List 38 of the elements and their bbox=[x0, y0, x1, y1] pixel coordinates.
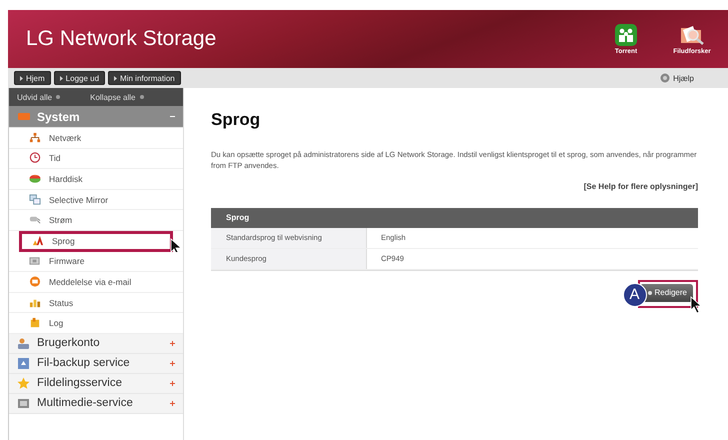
nav-button[interactable]: Hjem bbox=[14, 71, 51, 85]
disk-icon bbox=[29, 172, 41, 185]
app-title: LG Network Storage bbox=[26, 27, 218, 51]
plus-icon bbox=[170, 400, 175, 406]
chevron-icon bbox=[114, 76, 118, 80]
sidebar-section[interactable]: Fil-backup service bbox=[9, 354, 183, 374]
help-icon bbox=[660, 73, 670, 83]
windows-icon bbox=[29, 194, 41, 206]
network-icon bbox=[29, 132, 41, 144]
help-link[interactable]: Hjælp bbox=[673, 74, 694, 82]
star-icon bbox=[17, 376, 30, 390]
cursor-icon bbox=[690, 296, 702, 314]
help-link[interactable]: [Se Help for flere oplysninger] bbox=[584, 182, 698, 191]
chevron-icon bbox=[20, 76, 23, 80]
plus-icon bbox=[170, 340, 175, 346]
nav-button[interactable]: Logge ud bbox=[54, 71, 106, 85]
letters-icon bbox=[32, 235, 44, 248]
backup-icon bbox=[17, 356, 30, 370]
plug-icon bbox=[29, 214, 41, 226]
page-title: Sprog bbox=[211, 110, 262, 130]
plus-icon bbox=[170, 380, 175, 386]
sidebar-section[interactable]: Brugerkonto bbox=[9, 334, 183, 354]
sidebar-section[interactable]: Fildelingsservice bbox=[9, 374, 183, 394]
users-icon bbox=[17, 336, 30, 350]
sidebar-item[interactable]: Firmware bbox=[9, 252, 183, 272]
log-icon bbox=[29, 317, 41, 330]
callout-badge: A bbox=[622, 282, 647, 307]
chevron-icon bbox=[60, 76, 63, 80]
sidebar-section[interactable]: Multimedie-service bbox=[9, 394, 183, 414]
plus-icon bbox=[170, 360, 175, 366]
expand-control[interactable]: Kollapse alle bbox=[90, 92, 144, 102]
folder-search-icon bbox=[679, 24, 705, 46]
media-icon bbox=[17, 396, 30, 410]
clock-icon bbox=[29, 152, 41, 164]
nav-button[interactable]: Min information bbox=[108, 71, 181, 85]
expand-control[interactable]: Udvid alle bbox=[17, 92, 60, 102]
people-icon bbox=[615, 24, 637, 46]
table-header: Sprog bbox=[211, 208, 698, 228]
